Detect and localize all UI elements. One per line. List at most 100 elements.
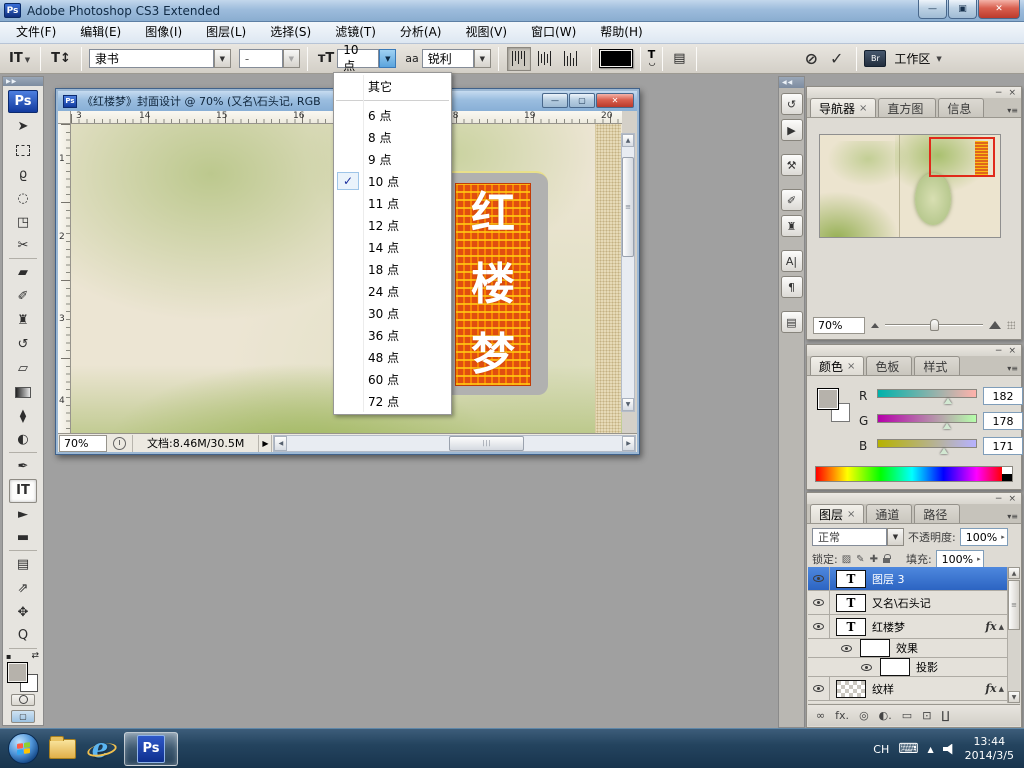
spot-healing-tool[interactable]: ▰	[9, 261, 37, 285]
lock-all-icon[interactable]	[882, 554, 891, 563]
chevron-down-icon[interactable]: ▼	[379, 49, 397, 68]
layer-thumbnail[interactable]: T	[836, 593, 866, 612]
opacity-input[interactable]: 100% ▸	[959, 528, 1008, 546]
font-size-menu-item[interactable]: 72 点	[334, 390, 451, 412]
scroll-up-button[interactable]: ▲	[1008, 567, 1020, 579]
title-bar[interactable]: Ps Adobe Photoshop CS3 Extended — ▣ ✕	[0, 0, 1024, 22]
dock-collapse-handle[interactable]: ◀◀	[779, 77, 804, 88]
move-tool[interactable]: ➤	[9, 115, 37, 139]
clone-source-button[interactable]: ♜	[780, 215, 803, 237]
tab-close-icon[interactable]: ×	[847, 509, 855, 520]
scrollbar-thumb[interactable]: |||	[449, 435, 525, 451]
clock[interactable]: 13:44 2014/3/5	[965, 735, 1020, 763]
notes-tool[interactable]: ▤	[9, 553, 37, 577]
eyedropper-tool[interactable]: ⇗	[9, 577, 37, 601]
default-colors-icon[interactable]: ▪	[6, 652, 11, 661]
font-size-menu-item[interactable]: 9 点	[334, 148, 451, 170]
align-top-button[interactable]	[506, 46, 531, 71]
toggle-palettes-button[interactable]: ▤	[670, 51, 688, 66]
layer-name[interactable]: 又名\石头记	[872, 595, 1002, 611]
layer-thumbnail[interactable]	[880, 658, 910, 676]
layer-row[interactable]: 纹样 fx ▲	[808, 677, 1007, 701]
gradient-tool[interactable]	[9, 381, 37, 405]
volume-icon[interactable]	[942, 743, 953, 755]
status-options-button[interactable]: ▶	[259, 434, 273, 452]
scroll-right-button[interactable]: ▶	[622, 435, 635, 451]
font-style-select[interactable]: - ▼	[238, 49, 300, 68]
white-swatch[interactable]	[1002, 467, 1012, 474]
panel-tab[interactable]: 颜色 ×	[810, 356, 865, 375]
layer-thumbnail[interactable]: T	[836, 617, 866, 636]
zoom-in-icon[interactable]	[989, 321, 1001, 329]
black-swatch[interactable]	[1002, 474, 1012, 481]
panel-tab[interactable]: 直方图	[878, 98, 937, 117]
path-select-tool[interactable]: ►	[9, 503, 37, 527]
font-family-select[interactable]: 隶书 ▼	[88, 49, 231, 68]
workspace-menu[interactable]: 工作区 ▼	[894, 50, 941, 67]
panel-minimize-icon[interactable]: −	[995, 346, 1003, 356]
menubar-item[interactable]: 视图(V)	[453, 22, 519, 43]
slider-marker[interactable]	[944, 398, 952, 404]
chevron-down-icon[interactable]: ▼	[473, 49, 491, 68]
type-tool[interactable]: IT	[9, 478, 37, 503]
doc-maximize-button[interactable]: ▢	[569, 93, 595, 108]
font-size-menu-item[interactable]: 24 点	[334, 280, 451, 302]
panel-tab[interactable]: 色板	[866, 356, 913, 375]
brushes-button[interactable]: ✐	[780, 189, 803, 211]
visibility-toggle[interactable]	[808, 567, 830, 590]
layers-scrollbar[interactable]: ▲ ≡ ▼	[1007, 567, 1020, 703]
pen-tool[interactable]: ✒	[9, 455, 37, 479]
commit-edits-button[interactable]: ✓	[824, 49, 849, 68]
brush-tool[interactable]: ✐	[9, 285, 37, 309]
minimize-button[interactable]: —	[918, 0, 947, 19]
layer-thumbnail[interactable]	[860, 639, 890, 657]
layer-thumbnail[interactable]	[836, 679, 866, 698]
new-layer-button[interactable]: ⊡	[922, 709, 931, 722]
actions-button[interactable]: ▶	[780, 119, 803, 141]
doc-close-button[interactable]: ✕	[596, 93, 634, 108]
eraser-tool[interactable]: ▱	[9, 357, 37, 381]
link-layers-button[interactable]: ∞	[816, 709, 825, 722]
dodge-burn-tool[interactable]: ◐	[9, 429, 37, 453]
slider-marker[interactable]	[940, 448, 948, 454]
photoshop-taskbar-button[interactable]: Ps	[124, 731, 178, 766]
horizontal-scrollbar[interactable]: ◀ ||| ▶	[273, 434, 636, 452]
vertical-scrollbar[interactable]: ▲ ≡ ▼	[621, 133, 635, 412]
color-spectrum-ramp[interactable]	[815, 466, 1013, 482]
fill-input[interactable]: 100% ▸	[935, 550, 984, 568]
channel-value-input[interactable]: 182	[983, 387, 1023, 405]
align-bottom-button[interactable]	[559, 47, 583, 71]
font-size-menu-item[interactable]: 18 点	[334, 258, 451, 280]
panel-close-icon[interactable]: ×	[1008, 346, 1016, 356]
screen-mode-button[interactable]: ▢	[11, 710, 35, 723]
fx-badge[interactable]: fx	[985, 682, 998, 695]
explorer-taskbar-icon[interactable]	[49, 735, 76, 759]
zoom-out-icon[interactable]	[871, 322, 879, 328]
tab-close-icon[interactable]: ×	[859, 103, 867, 114]
panel-close-icon[interactable]: ×	[1008, 494, 1016, 504]
text-orientation-button[interactable]: T↕	[48, 51, 74, 66]
collapse-arrow-icon[interactable]: ▲	[999, 623, 1007, 631]
layer-name[interactable]: 效果	[896, 640, 1002, 656]
new-group-button[interactable]: ▭	[902, 709, 912, 722]
panel-minimize-icon[interactable]: −	[995, 88, 1003, 98]
panel-tab[interactable]: 通道	[866, 504, 913, 523]
restore-button[interactable]: ▣	[948, 0, 977, 19]
hand-tool[interactable]: ✥	[9, 601, 37, 625]
swap-colors-icon[interactable]: ⇄	[31, 651, 39, 661]
panel-menu-icon[interactable]: ▾≡	[1007, 512, 1018, 521]
menu-item-other[interactable]: 其它	[334, 75, 451, 97]
panel-tab[interactable]: 样式	[914, 356, 961, 375]
visibility-toggle[interactable]	[808, 591, 830, 614]
paragraph-button[interactable]: ¶	[780, 276, 803, 298]
channel-slider[interactable]	[877, 412, 977, 430]
tab-close-icon[interactable]: ×	[847, 361, 855, 372]
start-button[interactable]	[8, 733, 39, 764]
scroll-up-button[interactable]: ▲	[622, 134, 634, 147]
font-size-menu-item[interactable]: 14 点	[334, 236, 451, 258]
chevron-down-icon[interactable]: ▼	[213, 49, 231, 68]
clone-stamp-tool[interactable]: ♜	[9, 309, 37, 333]
menubar-item[interactable]: 图像(I)	[133, 22, 194, 43]
blend-mode-select[interactable]: 正常 ▼	[812, 528, 904, 546]
spinner-icon[interactable]: ▸	[1001, 533, 1005, 541]
